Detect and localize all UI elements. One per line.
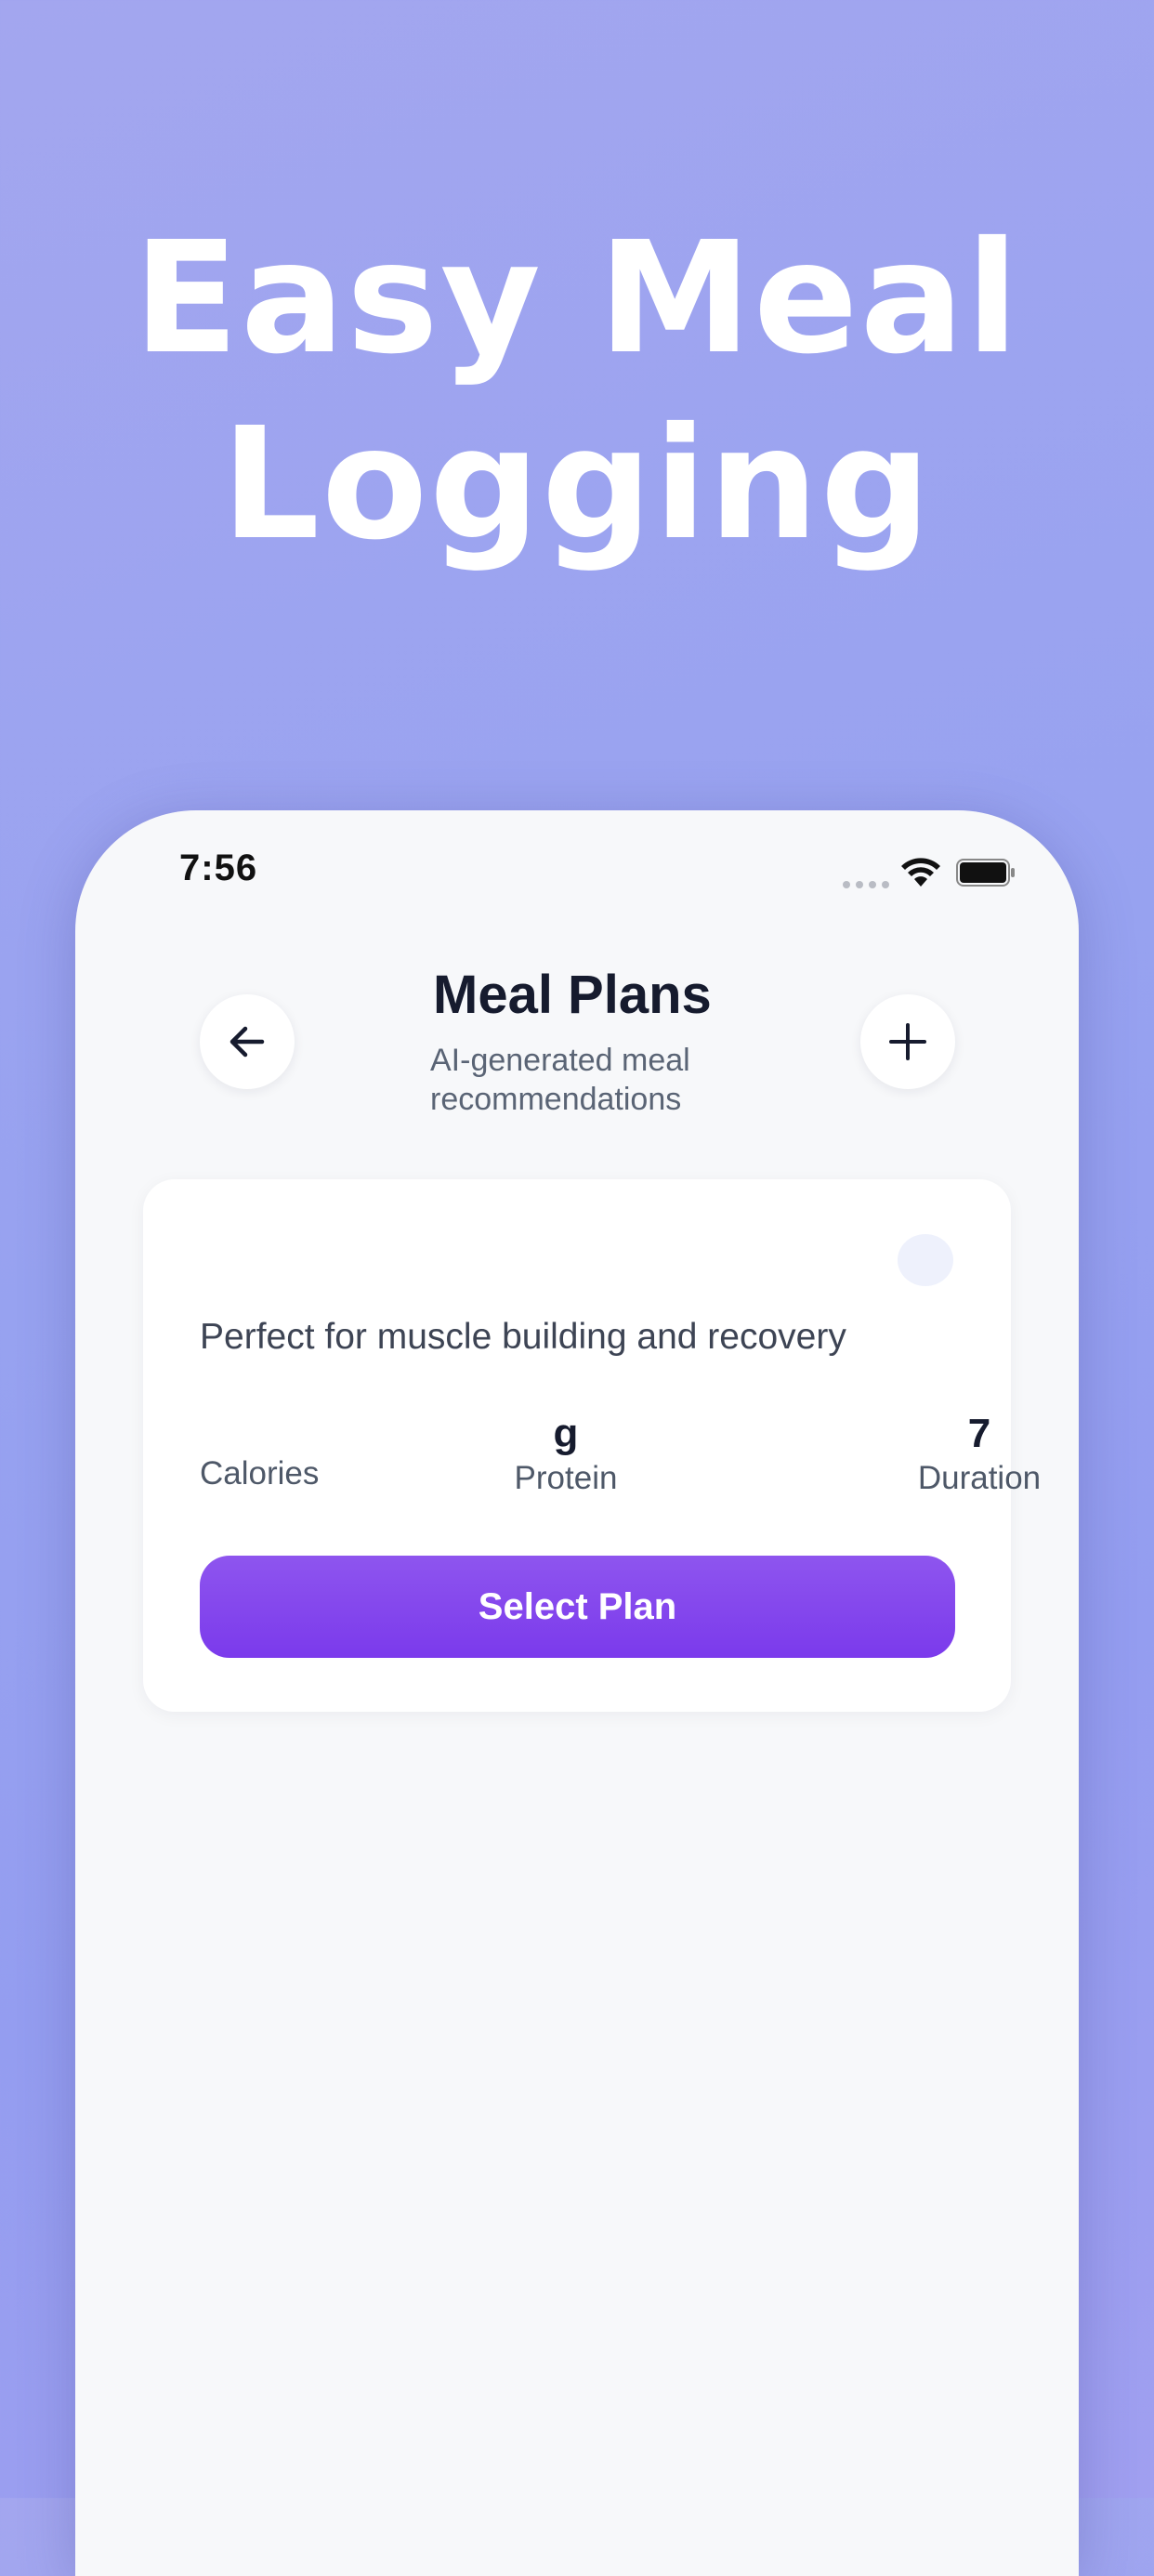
battery-icon xyxy=(956,859,1015,887)
calories-label: Calories xyxy=(200,1455,320,1492)
plan-icon-placeholder xyxy=(898,1234,953,1286)
headline-line-1: Easy Meal xyxy=(133,209,1021,388)
select-plan-button[interactable]: Select Plan xyxy=(200,1556,955,1658)
duration-label: Duration xyxy=(917,1460,1042,1496)
arrow-left-icon xyxy=(229,1026,265,1058)
promo-headline: Easy Meal Logging xyxy=(0,206,1154,578)
protein-value: g xyxy=(553,1411,579,1456)
wifi-icon xyxy=(901,858,940,887)
cellular-signal-icon xyxy=(843,881,889,888)
plus-icon xyxy=(889,1023,926,1060)
protein-stat: g Protein xyxy=(487,1410,645,1499)
add-plan-button[interactable] xyxy=(860,994,955,1089)
page-title: Meal Plans xyxy=(433,965,712,1025)
status-time: 7:56 xyxy=(179,848,258,888)
duration-value: 7 xyxy=(967,1411,991,1456)
protein-label: Protein xyxy=(514,1460,618,1496)
calories-value xyxy=(200,1405,319,1453)
back-button[interactable] xyxy=(200,994,295,1089)
meal-plan-card: Perfect for muscle building and recovery… xyxy=(143,1179,1041,1712)
calories-stat: Calories xyxy=(200,1405,319,1494)
phone-screen: 7:56 Meal Plans AI-generated meal recomm… xyxy=(75,810,1079,2576)
plan-description: Perfect for muscle building and recovery xyxy=(200,1317,846,1357)
headline-line-2: Logging xyxy=(221,395,933,574)
duration-stat: 7 Duration xyxy=(886,1410,1072,1499)
page-subtitle: AI-generated meal recommendations xyxy=(430,1043,690,1117)
